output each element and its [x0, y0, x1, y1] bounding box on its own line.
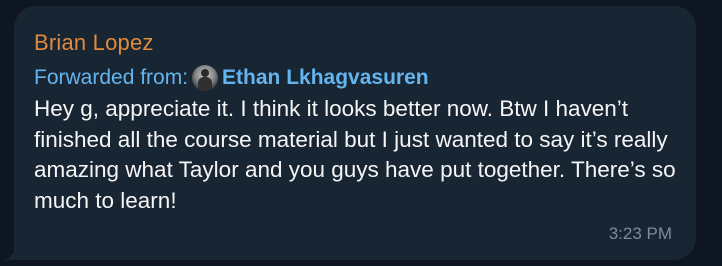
- chat-view: Brian Lopez Forwarded from: Ethan Lkhagv…: [0, 0, 722, 266]
- forwarded-avatar[interactable]: [192, 65, 219, 91]
- forwarded-label: Forwarded from:: [34, 66, 189, 89]
- avatar-body-shape: [198, 77, 213, 91]
- message-bubble[interactable]: Brian Lopez Forwarded from: Ethan Lkhagv…: [14, 6, 696, 260]
- message-text: Hey g, appreciate it. I think it looks b…: [34, 96, 676, 213]
- forwarded-from-name[interactable]: Ethan Lkhagvasuren: [222, 64, 429, 92]
- sender-name[interactable]: Brian Lopez: [34, 30, 676, 56]
- forwarded-header[interactable]: Forwarded from: Ethan Lkhagvasuren: [34, 64, 676, 92]
- avatar-head-shape: [201, 69, 210, 77]
- message-timestamp: 3:23 PM: [608, 224, 672, 243]
